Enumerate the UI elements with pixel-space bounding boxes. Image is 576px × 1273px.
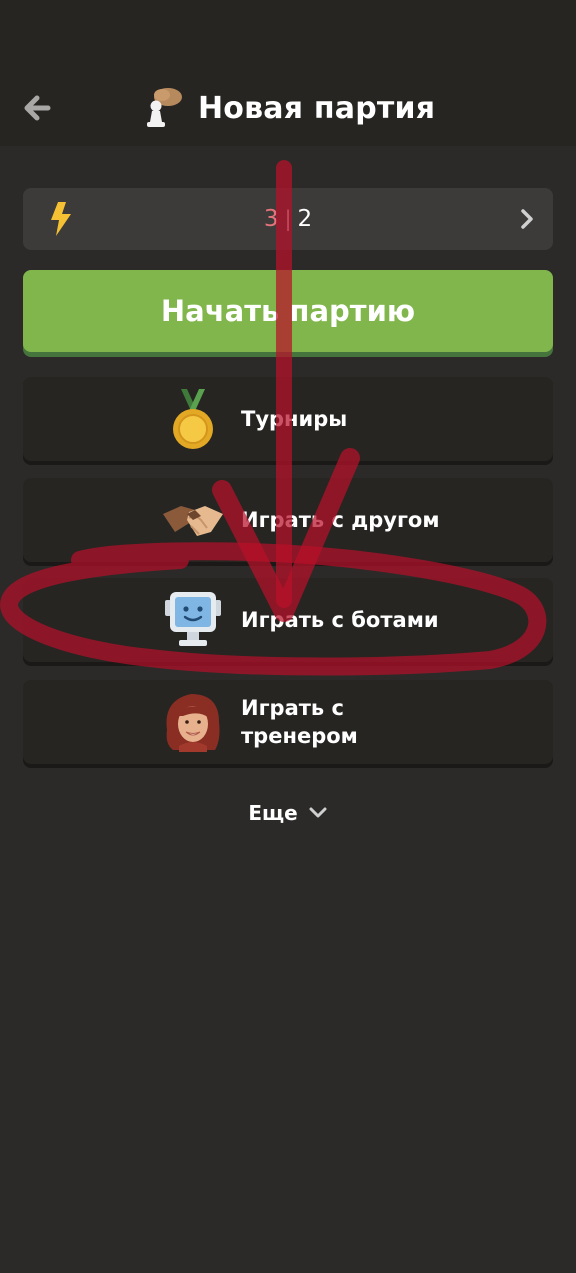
time-control-minutes: 3	[263, 206, 279, 232]
time-control-selector[interactable]: 3 | 2	[23, 188, 553, 250]
more-label: Еще	[248, 801, 298, 825]
time-control-separator: |	[284, 207, 292, 231]
computer-bot-icon	[165, 592, 221, 646]
new-game-screen: Новая партия 3 | 2 Начать партию Турниры	[0, 0, 576, 1273]
play-with-bots-label: Играть с ботами	[241, 608, 439, 632]
chevron-right-icon	[521, 209, 533, 229]
play-with-friend-button[interactable]: Играть с другом	[23, 478, 553, 562]
play-with-coach-button[interactable]: Играть с тренером	[23, 680, 553, 764]
title-text: Новая партия	[198, 90, 436, 126]
tournaments-button[interactable]: Турниры	[23, 377, 553, 461]
gold-medal-icon	[173, 389, 213, 449]
coach-avatar-icon	[166, 694, 220, 752]
time-control-label: 3 | 2	[23, 188, 553, 250]
tournaments-label: Турниры	[241, 407, 348, 431]
chevron-down-icon	[309, 807, 327, 818]
top-bar: Новая партия	[0, 0, 576, 146]
play-with-coach-label: Играть с тренером	[241, 696, 358, 748]
start-game-button[interactable]: Начать партию	[23, 270, 553, 352]
play-with-friend-label: Играть с другом	[241, 508, 440, 532]
handshake-icon	[163, 506, 223, 536]
page-title: Новая партия	[138, 80, 435, 136]
more-options-toggle[interactable]: Еще	[0, 796, 576, 830]
time-control-increment: 2	[297, 206, 313, 232]
arrow-left-icon[interactable]	[18, 88, 58, 128]
play-with-bots-button[interactable]: Играть с ботами	[23, 578, 553, 662]
hand-with-pawn-icon	[147, 88, 182, 127]
